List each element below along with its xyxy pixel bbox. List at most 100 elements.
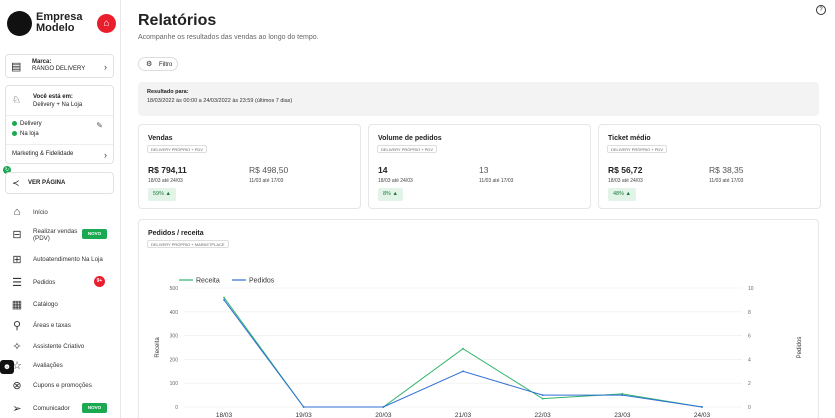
series-line-receita <box>223 297 703 408</box>
nav-item-comunicador[interactable]: ➢ Comunicador NOVO <box>0 400 121 418</box>
location-icon: ⚲ <box>12 320 22 332</box>
arrow-up-icon: ▲ <box>165 191 171 197</box>
new-badge: NOVO <box>82 403 107 413</box>
channel-box: ♘ Você está em: Delivery + Na Loja Deliv… <box>5 85 114 164</box>
chevron-right-icon: › <box>104 62 107 72</box>
orders-count-badge: 9+ <box>94 276 105 287</box>
result-banner: Resultado para: 18/03/2022 às 00:00 a 24… <box>138 82 819 116</box>
brand-logo <box>7 11 32 36</box>
channel-chip: DELIVERY PRÓPRIO + PDV <box>607 145 667 153</box>
legend-label-receita: Receita <box>196 278 220 285</box>
cart-icon: ⊟ <box>12 229 22 241</box>
card-ticket-medio: Ticket médio DELIVERY PRÓPRIO + PDV R$ 5… <box>598 124 821 209</box>
data-point-receita <box>223 296 225 299</box>
data-point-pedidos <box>462 370 464 373</box>
sidebar: Empresa Modelo ⌂ ▤ Marca: RANGO DELIVERY… <box>0 0 121 418</box>
y2-tick-label: 0 <box>748 405 751 411</box>
share-icon: ≺ <box>12 178 20 188</box>
marca-value: RANGO DELIVERY <box>32 66 86 72</box>
arrow-up-icon: ▲ <box>392 191 398 197</box>
growth-badge: 59% ▲ <box>148 188 176 201</box>
channel-delivery: Delivery <box>12 121 42 127</box>
marca-label: Marca: <box>32 59 52 65</box>
legend-label-pedidos: Pedidos <box>249 278 275 285</box>
current-range: 18/03 até 24/03 <box>148 178 183 184</box>
x-tick-label: 22/03 <box>535 412 552 418</box>
channel-chip: DELIVERY PRÓPRIO + PDV <box>147 145 207 153</box>
previous-value: R$ 38,35 <box>709 165 744 175</box>
help-icon[interactable]: ? <box>816 5 826 15</box>
card-title: Ticket médio <box>608 135 651 142</box>
y-tick-label: 200 <box>170 357 179 363</box>
channel-status[interactable]: ♘ Você está em: Delivery + Na Loja <box>6 86 113 116</box>
nav-item-areas[interactable]: ⚲ Áreas e taxas <box>0 317 121 335</box>
catalog-icon: ▦ <box>11 299 23 311</box>
x-tick-label: 19/03 <box>296 412 313 418</box>
magic-icon: ✧ <box>12 341 22 353</box>
current-value: 14 <box>378 165 388 175</box>
nav-item-catalogo[interactable]: ▦ Catálogo <box>0 296 121 314</box>
data-point-pedidos <box>621 394 624 396</box>
nav-item-autoatendimento[interactable]: ⊞ Autoatendimento Na Loja <box>0 251 121 269</box>
page-subtitle: Acompanhe os resultados das vendas ao lo… <box>138 34 319 41</box>
filter-label: Filtro <box>159 62 173 68</box>
previous-value: 13 <box>479 165 489 175</box>
growth-badge: 48% ▲ <box>608 188 636 201</box>
nav-item-avaliacoes[interactable]: ☆ Avaliações <box>0 357 121 375</box>
x-tick-label: 24/03 <box>694 412 711 418</box>
store-icon: ▤ <box>11 61 22 73</box>
y2-tick-label: 6 <box>748 334 751 340</box>
marketing-label: Marketing & Fidelidade <box>12 151 74 157</box>
notification-bell-icon[interactable]: ⌂ <box>97 14 116 33</box>
kiosk-icon: ⊞ <box>12 254 22 266</box>
card-title: Volume de pedidos <box>378 135 442 142</box>
y-axis-label: Receita <box>155 337 161 358</box>
data-point-pedidos <box>223 299 225 301</box>
current-range: 18/03 até 24/03 <box>378 178 413 184</box>
y-tick-label: 100 <box>170 381 179 387</box>
previous-range: 11/03 até 17/03 <box>709 178 744 184</box>
x-tick-label: 20/03 <box>375 412 392 418</box>
growth-badge: 8% ▲ <box>378 188 403 201</box>
channel-label: Você está em: <box>33 94 73 100</box>
orders-icon: ☰ <box>12 277 22 289</box>
send-icon: ➢ <box>12 403 22 415</box>
y-tick-label: 400 <box>170 310 179 316</box>
edit-icon[interactable]: ✎ <box>96 121 103 130</box>
data-point-pedidos <box>382 406 385 408</box>
nav-item-pdv[interactable]: ⊟ Realizar vendas (PDV) NOVO <box>0 226 121 244</box>
x-tick-label: 18/03 <box>216 412 233 418</box>
result-period: 18/03/2022 às 00:00 a 24/03/2022 às 23:5… <box>147 98 293 104</box>
online-dot <box>12 131 17 136</box>
y2-tick-label: 10 <box>748 286 754 292</box>
ver-pagina-button[interactable]: ≺ VER PÁGINA <box>5 172 114 194</box>
current-value: R$ 794,11 <box>148 165 187 175</box>
nav-item-pedidos[interactable]: ☰ Pedidos 9+ <box>0 274 121 292</box>
home-icon: ⌂ <box>13 206 21 218</box>
y2-tick-label: 8 <box>748 310 751 316</box>
y2-axis-label: Pedidos <box>797 337 803 359</box>
filter-button[interactable]: ⚙ Filtro <box>138 57 178 71</box>
previous-value: R$ 498,50 <box>249 165 289 175</box>
y-tick-label: 500 <box>170 286 179 292</box>
marca-selector[interactable]: ▤ Marca: RANGO DELIVERY › <box>5 54 114 78</box>
previous-range: 11/03 até 17/03 <box>249 178 284 184</box>
arrow-up-icon: ▲ <box>625 191 631 197</box>
nav-item-inicio[interactable]: ⌂ Início <box>0 204 121 222</box>
ver-pagina-label: VER PÁGINA <box>28 180 66 186</box>
page-title: Relatórios <box>138 12 217 29</box>
nav-item-assistente[interactable]: ✧ Assistente Criativo <box>0 338 121 356</box>
card-vendas: Vendas DELIVERY PRÓPRIO + PDV R$ 794,11 … <box>138 124 361 209</box>
marketing-link[interactable]: Marketing & Fidelidade › <box>6 144 113 164</box>
card-volume-pedidos: Volume de pedidos DELIVERY PRÓPRIO + PDV… <box>368 124 591 209</box>
channel-na-loja: Na loja <box>12 131 39 137</box>
channel-value: Delivery + Na Loja <box>33 102 83 108</box>
current-range: 18/03 até 24/03 <box>608 178 643 184</box>
nav-item-cupons[interactable]: ⊗ Cupons e promoções <box>0 377 121 395</box>
chat-widget-icon[interactable]: ☻ <box>0 360 14 374</box>
y2-tick-label: 2 <box>748 381 751 387</box>
data-point-pedidos <box>302 406 305 408</box>
brand-name: Empresa Modelo <box>36 11 83 34</box>
y-tick-label: 300 <box>170 334 179 340</box>
result-title: Resultado para: <box>147 89 189 95</box>
